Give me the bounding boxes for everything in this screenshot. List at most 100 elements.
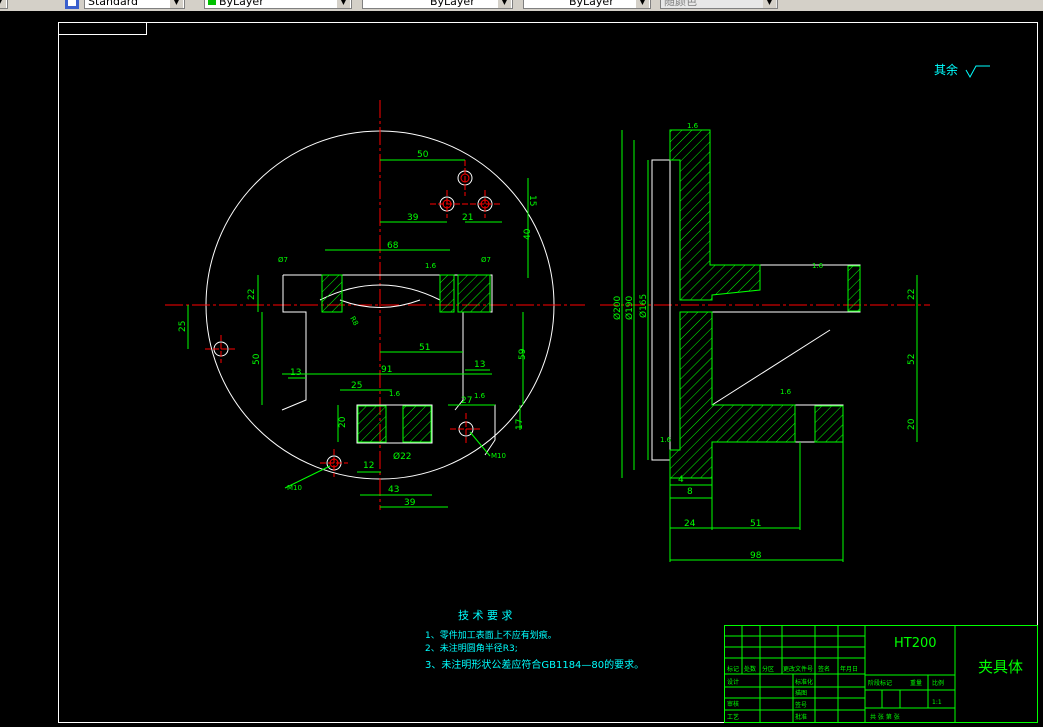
svg-text:1.6: 1.6 — [474, 392, 486, 400]
svg-text:设计: 设计 — [727, 678, 739, 686]
hatch-lower-right — [402, 405, 432, 443]
hatch-mid-jaw — [439, 274, 455, 313]
surface-note: 其余 — [934, 62, 958, 77]
hatch-lower — [669, 311, 796, 479]
text-style-icon[interactable] — [65, 0, 79, 9]
prev-dropdown[interactable]: ▼ — [0, 0, 8, 9]
svg-text:重量: 重量 — [910, 679, 922, 687]
hatch-top-boss — [847, 265, 861, 312]
svg-text:22: 22 — [247, 289, 257, 300]
tech-requirements: 技 术 要 求 1、零件加工表面上不应有划痕。 2、未注明圆角半径R3; 3、未… — [425, 609, 644, 671]
svg-text:13: 13 — [474, 360, 485, 370]
svg-text:Ø22: Ø22 — [393, 451, 412, 462]
svg-text:59: 59 — [518, 348, 528, 360]
svg-text:标准化: 标准化 — [795, 678, 813, 686]
hatch-upper — [669, 129, 761, 301]
plot-style-select[interactable]: 随颜色 ▼ — [660, 0, 778, 9]
chevron-down-icon: ▼ — [170, 0, 183, 8]
svg-text:描图: 描图 — [795, 689, 807, 697]
svg-text:共 张 第 张: 共 张 第 张 — [870, 713, 900, 721]
dimension-lines-left — [187, 159, 529, 508]
svg-text:Ø190: Ø190 — [624, 295, 635, 320]
svg-text:更改文件号: 更改文件号 — [783, 665, 813, 673]
svg-text:年月日: 年月日 — [840, 665, 858, 673]
svg-text:1.6: 1.6 — [425, 262, 437, 270]
svg-text:4: 4 — [678, 475, 684, 485]
hatch-right-boss — [814, 405, 844, 443]
svg-text:标记: 标记 — [727, 665, 739, 673]
lineweight-select[interactable]: ByLayer ▼ — [523, 0, 651, 9]
svg-text:M10: M10 — [491, 452, 506, 460]
svg-text:40: 40 — [523, 228, 533, 240]
svg-text:Ø7: Ø7 — [481, 256, 491, 264]
svg-text:Ø165: Ø165 — [638, 294, 649, 318]
chevron-down-icon: ▼ — [0, 0, 6, 8]
svg-text:21: 21 — [462, 213, 473, 223]
hatch-right-jaw — [457, 274, 491, 313]
section-view: Ø200 Ø190 Ø165 22 52 20 8 4 24 51 98 1.6… — [600, 122, 930, 562]
linetype-select[interactable]: ByLayer ▼ — [362, 0, 513, 9]
layer-select[interactable]: ByLayer ▼ — [204, 0, 352, 9]
svg-text:13: 13 — [290, 368, 301, 378]
linetype-value: ByLayer — [430, 0, 475, 8]
svg-text:1.6: 1.6 — [660, 436, 672, 444]
svg-text:分区: 分区 — [762, 665, 774, 673]
lineweight-value: ByLayer — [569, 0, 614, 8]
svg-text:20: 20 — [907, 418, 917, 430]
part-name: 夹具体 — [978, 658, 1023, 676]
svg-text:15: 15 — [527, 195, 537, 206]
svg-text:阶段标记: 阶段标记 — [868, 679, 892, 687]
dimension-texts-right: Ø200 Ø190 Ø165 22 52 20 8 4 24 51 98 1.6… — [612, 122, 917, 561]
color-swatch — [208, 0, 216, 5]
svg-text:工艺: 工艺 — [727, 713, 739, 721]
tech-req-3: 3、未注明形状公差应符合GB1184—80的要求。 — [425, 658, 644, 671]
svg-text:51: 51 — [419, 343, 430, 353]
tech-req-2: 2、未注明圆角半径R3; — [425, 642, 518, 654]
svg-text:批准: 批准 — [795, 713, 807, 721]
svg-text:24: 24 — [684, 519, 696, 529]
svg-text:1.6: 1.6 — [812, 262, 824, 270]
properties-toolbar: ▼ Standard ▼ ByLayer ▼ ByLayer ▼ ByLayer ▼ 随… — [0, 0, 1043, 11]
svg-text:8: 8 — [687, 487, 693, 497]
svg-text:M10: M10 — [287, 484, 302, 492]
svg-text:25: 25 — [178, 321, 188, 332]
top-view: 50 39 21 15 40 68 22 50 51 13 13 91 59 2… — [165, 100, 585, 510]
svg-text:43: 43 — [388, 485, 399, 495]
dimension-lines-right — [621, 130, 918, 562]
text-style-value: Standard — [88, 0, 139, 8]
svg-text:39: 39 — [404, 498, 416, 508]
tech-req-title: 技 术 要 求 — [458, 609, 513, 622]
svg-text:处数: 处数 — [744, 665, 756, 673]
svg-text:51: 51 — [750, 519, 761, 529]
svg-text:17: 17 — [515, 419, 525, 430]
svg-text:98: 98 — [750, 551, 762, 561]
svg-text:比例: 比例 — [932, 679, 944, 687]
svg-text:12: 12 — [363, 461, 374, 471]
svg-text:20: 20 — [338, 416, 348, 428]
svg-text:25: 25 — [351, 381, 362, 391]
hatch-lower-left — [357, 405, 387, 443]
svg-text:50: 50 — [417, 150, 429, 160]
material-label: HT200 — [894, 636, 937, 651]
tech-req-1: 1、零件加工表面上不应有划痕。 — [425, 629, 557, 641]
svg-text:R8: R8 — [348, 315, 360, 327]
chevron-down-icon: ▼ — [337, 0, 350, 8]
svg-text:27: 27 — [461, 396, 472, 406]
svg-text:52: 52 — [907, 354, 917, 365]
drawing-canvas[interactable]: 其余 50 39 21 15 40 68 22 50 51 13 13 91 5… — [0, 11, 1043, 727]
svg-text:审核: 审核 — [727, 700, 739, 708]
svg-text:1.6: 1.6 — [780, 388, 792, 396]
plot-style-value: 随颜色 — [664, 0, 697, 8]
svg-text:签号: 签号 — [795, 701, 807, 709]
hatch-left-jaw — [321, 274, 343, 313]
roughness-symbol-icon — [965, 65, 990, 79]
svg-text:39: 39 — [407, 213, 419, 223]
chevron-down-icon: ▼ — [636, 0, 649, 8]
svg-text:50: 50 — [252, 353, 262, 365]
chevron-down-icon: ▼ — [763, 0, 776, 8]
svg-text:签名: 签名 — [818, 665, 830, 673]
svg-text:68: 68 — [387, 241, 399, 251]
text-style-select[interactable]: Standard ▼ — [84, 0, 185, 9]
svg-text:22: 22 — [907, 289, 917, 300]
svg-text:Ø7: Ø7 — [278, 256, 288, 264]
